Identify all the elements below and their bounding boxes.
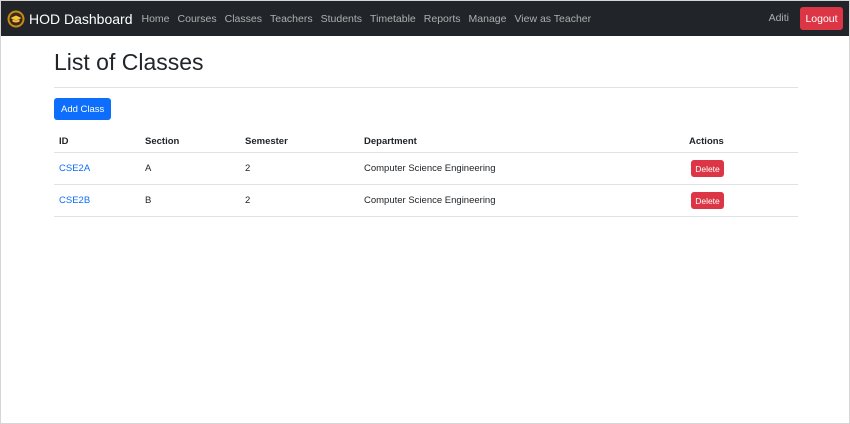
nav-home[interactable]: Home	[142, 13, 170, 25]
header-semester: Semester	[240, 131, 359, 153]
brand-link[interactable]: HOD Dashboard	[7, 10, 133, 28]
nav-manage[interactable]: Manage	[469, 13, 507, 25]
nav-view-as-teacher[interactable]: View as Teacher	[514, 13, 591, 25]
nav-teachers[interactable]: Teachers	[270, 13, 313, 25]
main-content: List of Classes Add Class ID Section Sem…	[54, 36, 798, 217]
nav-links: Home Courses Classes Teachers Students T…	[138, 13, 596, 25]
nav-reports[interactable]: Reports	[424, 13, 461, 25]
header-actions: Actions	[684, 131, 798, 153]
cell-actions: Delete	[684, 152, 798, 185]
nav-courses[interactable]: Courses	[178, 13, 217, 25]
graduation-logo-icon	[7, 10, 25, 28]
delete-button[interactable]: Delete	[691, 192, 724, 209]
header-section: Section	[140, 131, 240, 153]
add-class-button[interactable]: Add Class	[54, 98, 112, 120]
class-id-link[interactable]: CSE2B	[59, 195, 90, 206]
top-navbar: HOD Dashboard Home Courses Classes Teach…	[1, 1, 849, 36]
cell-section: A	[140, 152, 240, 185]
nav-classes[interactable]: Classes	[225, 13, 262, 25]
header-id: ID	[54, 131, 140, 153]
nav-timetable[interactable]: Timetable	[370, 13, 416, 25]
logout-button[interactable]: Logout	[800, 7, 843, 30]
class-id-link[interactable]: CSE2A	[59, 163, 90, 174]
delete-button[interactable]: Delete	[691, 160, 724, 177]
cell-id: CSE2A	[54, 152, 140, 185]
cell-department: Computer Science Engineering	[359, 152, 684, 185]
classes-table: ID Section Semester Department Actions C…	[54, 131, 798, 217]
current-user-name: Aditi	[768, 12, 789, 24]
cell-semester: 2	[240, 152, 359, 185]
nav-students[interactable]: Students	[321, 13, 362, 25]
table-header-row: ID Section Semester Department Actions	[54, 131, 798, 153]
table-row: CSE2A A 2 Computer Science Engineering D…	[54, 152, 798, 185]
cell-actions: Delete	[684, 184, 798, 217]
table-row: CSE2B B 2 Computer Science Engineering D…	[54, 184, 798, 217]
header-department: Department	[359, 131, 684, 153]
title-divider	[54, 87, 798, 88]
cell-section: B	[140, 184, 240, 217]
cell-semester: 2	[240, 184, 359, 217]
cell-department: Computer Science Engineering	[359, 184, 684, 217]
brand-title: HOD Dashboard	[29, 10, 133, 27]
page-title: List of Classes	[54, 49, 204, 75]
cell-id: CSE2B	[54, 184, 140, 217]
